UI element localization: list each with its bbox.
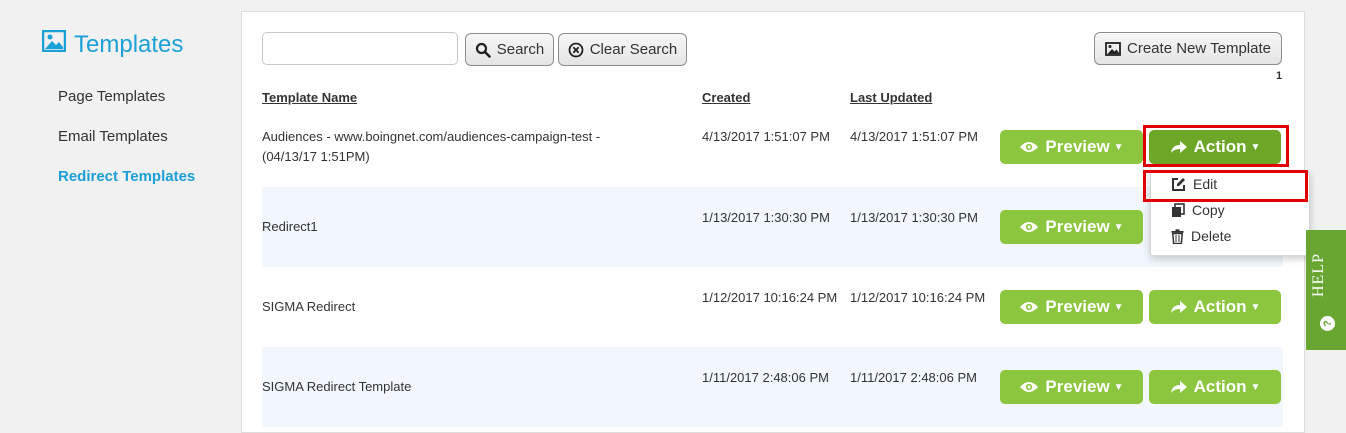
menu-item-delete[interactable]: Delete bbox=[1171, 228, 1231, 244]
question-icon: ? bbox=[1320, 316, 1335, 331]
updated-cell: 1/13/2017 1:30:30 PM bbox=[850, 210, 978, 225]
template-name: Audiences - www.boingnet.com/audiences-c… bbox=[262, 129, 601, 144]
preview-button[interactable]: Preview ▼ bbox=[1000, 130, 1143, 164]
caret-down-icon: ▼ bbox=[1250, 141, 1261, 153]
menu-item-label: Edit bbox=[1193, 176, 1218, 192]
clear-circle-icon bbox=[568, 42, 584, 57]
share-arrow-icon bbox=[1170, 301, 1187, 313]
action-button[interactable]: Action ▼ bbox=[1149, 370, 1281, 404]
column-header-last-updated[interactable]: Last Updated bbox=[850, 90, 932, 105]
action-button[interactable]: Action ▼ bbox=[1149, 130, 1281, 164]
menu-item-edit[interactable]: Edit bbox=[1171, 176, 1217, 192]
sidebar-title-text: Templates bbox=[74, 30, 184, 58]
preview-button[interactable]: Preview ▼ bbox=[1000, 290, 1143, 324]
page-number[interactable]: 1 bbox=[1276, 70, 1282, 82]
search-input[interactable] bbox=[262, 32, 458, 65]
created-cell: 1/11/2017 2:48:06 PM bbox=[702, 370, 829, 385]
action-label: Action bbox=[1193, 137, 1247, 156]
caret-down-icon: ▼ bbox=[1250, 381, 1261, 393]
share-arrow-icon bbox=[1170, 381, 1187, 393]
template-name-cell: Redirect1 bbox=[262, 219, 318, 234]
sidebar-item-redirect-templates[interactable]: Redirect Templates bbox=[58, 168, 195, 185]
search-icon bbox=[475, 42, 491, 58]
eye-icon bbox=[1020, 382, 1039, 392]
sidebar-item-page-templates[interactable]: Page Templates bbox=[58, 88, 165, 105]
help-label: HELP bbox=[1310, 253, 1327, 297]
copy-icon bbox=[1172, 202, 1185, 217]
clear-search-label: Clear Search bbox=[589, 41, 678, 58]
create-new-template-label: Create New Template bbox=[1127, 40, 1271, 57]
action-label: Action bbox=[1193, 297, 1247, 316]
column-header-created[interactable]: Created bbox=[702, 90, 750, 105]
caret-down-icon: ▼ bbox=[1113, 301, 1124, 313]
trash-icon bbox=[1171, 228, 1184, 244]
created-cell: 4/13/2017 1:51:07 PM bbox=[702, 129, 830, 144]
eye-icon bbox=[1020, 302, 1039, 312]
create-new-template-button[interactable]: Create New Template bbox=[1094, 32, 1282, 65]
preview-button[interactable]: Preview ▼ bbox=[1000, 370, 1143, 404]
updated-cell: 1/12/2017 10:16:24 PM bbox=[850, 290, 986, 305]
clear-search-button[interactable]: Clear Search bbox=[558, 33, 687, 66]
image-icon bbox=[1105, 41, 1121, 56]
menu-item-label: Delete bbox=[1191, 228, 1232, 244]
preview-label: Preview bbox=[1045, 297, 1110, 316]
preview-label: Preview bbox=[1045, 137, 1110, 156]
search-button-label: Search bbox=[496, 41, 545, 58]
updated-cell: 4/13/2017 1:51:07 PM bbox=[850, 129, 978, 144]
updated-cell: 1/11/2017 2:48:06 PM bbox=[850, 370, 977, 385]
action-dropdown-menu: Edit Copy Delete bbox=[1150, 171, 1310, 256]
created-cell: 1/12/2017 10:16:24 PM bbox=[702, 290, 838, 305]
created-cell: 1/13/2017 1:30:30 PM bbox=[702, 210, 830, 225]
image-icon bbox=[41, 29, 74, 59]
column-header-template-name[interactable]: Template Name bbox=[262, 90, 357, 105]
eye-icon bbox=[1020, 222, 1039, 232]
preview-button[interactable]: Preview ▼ bbox=[1000, 210, 1143, 244]
action-button[interactable]: Action ▼ bbox=[1149, 290, 1281, 324]
caret-down-icon: ▼ bbox=[1113, 381, 1124, 393]
action-label: Action bbox=[1193, 377, 1247, 396]
menu-item-copy[interactable]: Copy bbox=[1171, 202, 1225, 218]
template-name-date: (04/13/17 1:51PM) bbox=[262, 149, 370, 164]
sidebar-item-email-templates[interactable]: Email Templates bbox=[58, 128, 168, 145]
preview-label: Preview bbox=[1045, 377, 1110, 396]
caret-down-icon: ▼ bbox=[1113, 141, 1124, 153]
eye-icon bbox=[1020, 142, 1039, 152]
sidebar-title: Templates bbox=[41, 29, 184, 59]
caret-down-icon: ▼ bbox=[1250, 301, 1261, 313]
sidebar: Templates Page Templates Email Templates… bbox=[0, 0, 242, 423]
preview-label: Preview bbox=[1045, 217, 1110, 236]
template-name-cell: SIGMA Redirect Template bbox=[262, 379, 412, 394]
template-name-cell: SIGMA Redirect bbox=[262, 299, 356, 314]
template-name-cell: Audiences - www.boingnet.com/audiences-c… bbox=[262, 127, 682, 167]
edit-icon bbox=[1172, 177, 1185, 191]
help-tab[interactable]: HELP ? bbox=[1306, 230, 1346, 350]
search-button[interactable]: Search bbox=[465, 33, 554, 66]
caret-down-icon: ▼ bbox=[1113, 221, 1124, 233]
menu-item-label: Copy bbox=[1192, 202, 1225, 218]
share-arrow-icon bbox=[1170, 141, 1187, 153]
